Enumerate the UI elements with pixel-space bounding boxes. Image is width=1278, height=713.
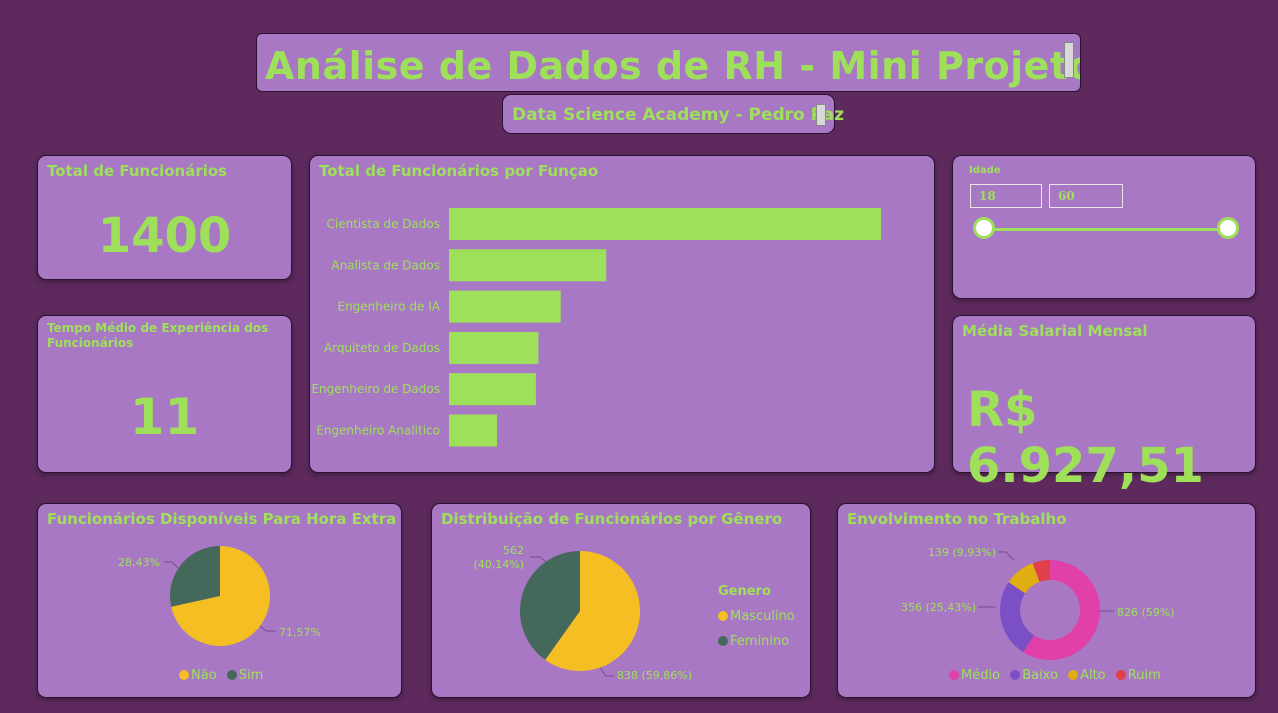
bar[interactable]: [449, 414, 497, 447]
slider-min-handle[interactable]: [973, 217, 995, 239]
legend-item-ruim[interactable]: Ruim: [1115, 668, 1161, 683]
report-title-box: Análise de Dados de RH - Mini Projeto 3: [256, 33, 1081, 92]
bar[interactable]: [449, 249, 607, 282]
legend-title: Genero: [718, 584, 771, 599]
legend-label: Não: [191, 668, 217, 683]
leader-line: [259, 625, 276, 632]
engagement-legend: Médio Baixo Alto Ruim: [949, 668, 1167, 683]
legend-item-sim[interactable]: Sim: [226, 668, 264, 683]
kpi-card-total-funcionarios[interactable]: Total de Funcionários 1400: [37, 155, 292, 280]
data-label: 71,57%: [279, 626, 321, 639]
bar[interactable]: [449, 290, 561, 323]
bar-chart[interactable]: Cientista de Dados Analista de Dados Engen…: [310, 156, 936, 474]
kpi-title: Total de Funcionários: [47, 162, 228, 180]
bar-category-label: Engenheiro Analitico: [316, 424, 440, 438]
legend-item-masculino[interactable]: Masculino: [718, 604, 795, 629]
legend-dot-icon: [1115, 670, 1126, 680]
slider-max-handle[interactable]: [1217, 217, 1239, 239]
legend-dot-icon: [179, 670, 189, 680]
legend-label: Ruim: [1127, 668, 1161, 683]
leader-line: [164, 561, 179, 569]
data-label: 838 (59,86%): [617, 669, 692, 682]
overtime-pie-card[interactable]: Funcionários Disponíveis Para Hora Extra…: [37, 503, 402, 698]
age-slider-card[interactable]: Idade 18 60: [952, 155, 1256, 299]
bar-category-label: Engenheiro de Dados: [311, 382, 440, 396]
data-label: 356 (25,43%): [901, 601, 976, 614]
bar-chart-card[interactable]: Total de Funcionários por Funçao Cientis…: [309, 155, 935, 473]
subtitle-scrollbar[interactable]: [816, 104, 826, 126]
gender-legend: Genero Masculino Feminino: [718, 579, 795, 654]
pie-slice[interactable]: [1000, 582, 1034, 653]
data-label: (40,14%): [473, 558, 524, 571]
report-title: Análise de Dados de RH - Mini Projeto 3: [265, 44, 1081, 88]
legend-item-medio[interactable]: Médio: [949, 668, 1000, 683]
legend-item-alto[interactable]: Alto: [1068, 668, 1106, 683]
title-scrollbar[interactable]: [1064, 42, 1074, 78]
bar-category-label: Analista de Dados: [331, 258, 440, 272]
bar-category-label: Cientista de Dados: [327, 217, 440, 231]
kpi-card-tempo-medio[interactable]: Tempo Médio de Experiência dos Funcionár…: [37, 315, 292, 473]
report-subtitle: Data Science Academy - Pedro Paz: [512, 105, 845, 125]
data-label: 826 (59%): [1117, 606, 1175, 619]
legend-dot-icon: [949, 670, 959, 680]
age-max-input[interactable]: 60: [1049, 184, 1123, 208]
legend-dot-icon: [718, 611, 728, 621]
legend-item-nao[interactable]: Não: [179, 668, 217, 683]
leader-line: [599, 667, 614, 677]
bar-category-label: Engenheiro de IA: [337, 300, 440, 314]
leader-line: [998, 551, 1015, 561]
data-label: 28,43%: [118, 556, 160, 569]
overtime-legend: Não Sim: [179, 668, 269, 683]
gender-pie-card[interactable]: Distribuição de Funcionários por Gênero …: [431, 503, 811, 698]
leader-line: [530, 556, 547, 563]
legend-label: Alto: [1080, 668, 1106, 683]
legend-dot-icon: [1010, 670, 1021, 680]
bar-category-label: Arquiteto de Dados: [324, 341, 440, 355]
engagement-donut-card[interactable]: Envolvimento no Trabalho 826 (59%) 356 (2…: [837, 503, 1256, 698]
legend-dot-icon: [226, 670, 237, 680]
legend-item-baixo[interactable]: Baixo: [1010, 668, 1058, 683]
legend-label: Baixo: [1022, 668, 1058, 683]
kpi-title: Tempo Médio de Experiência dos Funcionár…: [47, 321, 269, 350]
data-label: 562: [503, 544, 524, 557]
legend-label: Feminino: [730, 634, 790, 649]
bar[interactable]: [449, 373, 536, 406]
pie-slice[interactable]: [170, 546, 220, 607]
slider-track[interactable]: [985, 228, 1229, 231]
legend-dot-icon: [1068, 670, 1079, 680]
report-subtitle-box: Data Science Academy - Pedro Paz: [502, 94, 844, 134]
kpi-card-media-salarial[interactable]: Média Salarial Mensal R$ 6.927,51: [952, 315, 1256, 494]
bar[interactable]: [449, 208, 881, 240]
legend-label: Sim: [238, 668, 264, 683]
kpi-title: Média Salarial Mensal: [962, 322, 1148, 340]
kpi-value: R$ 6.927,51: [967, 382, 1204, 494]
legend-label: Masculino: [730, 609, 795, 624]
kpi-value: 11: [129, 388, 200, 446]
legend-dot-icon: [718, 636, 728, 646]
data-label: 139 (9,93%): [928, 546, 996, 559]
age-min-input[interactable]: 18: [970, 184, 1042, 208]
legend-item-feminino[interactable]: Feminino: [718, 629, 795, 654]
slider-label: Idade: [969, 165, 1001, 176]
kpi-value: 1400: [97, 208, 232, 264]
legend-label: Médio: [961, 668, 1001, 683]
bar[interactable]: [449, 331, 539, 364]
